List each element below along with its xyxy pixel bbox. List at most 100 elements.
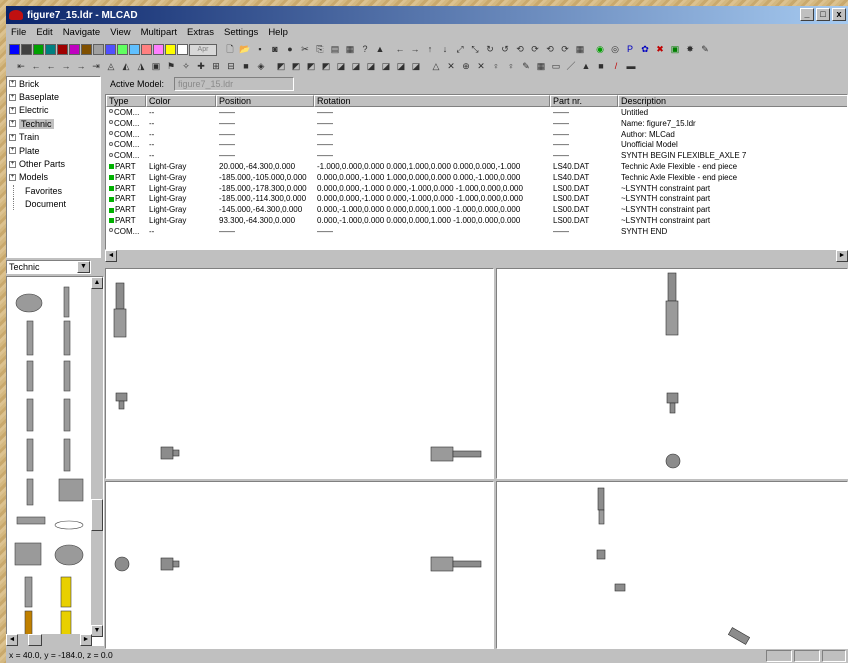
category-select[interactable]: Technic ▼: [6, 260, 91, 274]
close-button[interactable]: x: [832, 8, 846, 21]
part-constraint-top[interactable]: [665, 300, 679, 336]
model-icon[interactable]: ◎: [608, 43, 622, 57]
move-diag2-icon[interactable]: ⤡: [468, 43, 482, 57]
part-constraint-small[interactable]: [614, 583, 626, 592]
color-swatch-0[interactable]: [9, 44, 20, 55]
nav-next2-icon[interactable]: →: [74, 60, 88, 74]
image-icon[interactable]: ▣: [668, 43, 682, 57]
view-6-icon[interactable]: ◪: [349, 60, 363, 74]
part-constraint-bottom[interactable]: [665, 453, 681, 469]
part-constraint-mid-stub[interactable]: [118, 400, 125, 410]
rotate-z-icon[interactable]: ⟲: [513, 43, 527, 57]
part-constraint-top[interactable]: [598, 509, 605, 525]
open-file-icon[interactable]: 📂: [238, 43, 252, 57]
color-palette-button[interactable]: Apr: [189, 43, 217, 56]
cut-icon[interactable]: ✂: [298, 43, 312, 57]
part-axle-end-right-shaft[interactable]: [452, 560, 482, 568]
line-icon[interactable]: ／: [564, 60, 578, 74]
part-axle-end-right[interactable]: [430, 446, 454, 462]
library-horizontal-scrollbar[interactable]: ◄ ►: [6, 634, 92, 646]
table-row[interactable]: COM... -- —— —— —— Untitled: [106, 107, 847, 118]
minifig-icon[interactable]: ◉: [593, 43, 607, 57]
part-axle-end-right[interactable]: [430, 556, 454, 572]
tree-item-favorites[interactable]: Favorites: [7, 184, 100, 197]
tri-icon[interactable]: △: [429, 60, 443, 74]
menu-help[interactable]: Help: [263, 27, 293, 38]
model-parts-table[interactable]: Type Color Position Rotation Part nr. Descrip…: [105, 94, 848, 250]
tree-item-other-parts[interactable]: + Other Parts: [7, 157, 100, 170]
column-header-position[interactable]: Position: [216, 95, 314, 107]
help-icon[interactable]: ?: [358, 43, 372, 57]
part-thumb-link[interactable]: [26, 438, 34, 472]
tree-item-models[interactable]: + Models: [7, 171, 100, 184]
scroll-thumb[interactable]: [91, 499, 103, 531]
part-thumb-rod-2[interactable]: [63, 398, 71, 432]
context-help-icon[interactable]: ▲: [373, 43, 387, 57]
menu-extras[interactable]: Extras: [182, 27, 219, 38]
expand-plus-icon[interactable]: +: [9, 106, 16, 114]
tree-item-technic[interactable]: + Technic: [7, 117, 100, 130]
grid3-icon[interactable]: ▦: [534, 60, 548, 74]
move-left-icon[interactable]: ←: [393, 43, 407, 57]
color-swatch-3[interactable]: [45, 44, 56, 55]
part-constraint-left[interactable]: [160, 446, 174, 460]
tree-item-document[interactable]: Document: [7, 198, 100, 211]
view-2-icon[interactable]: ◩: [289, 60, 303, 74]
expand-plus-icon[interactable]: +: [9, 133, 16, 141]
part-constraint-mid[interactable]: [596, 549, 606, 560]
rotate-z2-icon[interactable]: ⟳: [558, 43, 572, 57]
print-icon[interactable]: ▦: [343, 43, 357, 57]
save-icon[interactable]: ▪: [253, 43, 267, 57]
pencil-icon[interactable]: ✎: [519, 60, 533, 74]
square-icon[interactable]: ■: [594, 60, 608, 74]
bulb-icon[interactable]: ♀: [489, 60, 503, 74]
menu-view[interactable]: View: [105, 27, 135, 38]
part-constraint-top[interactable]: [113, 308, 127, 338]
color-swatch-6[interactable]: [81, 44, 92, 55]
part-thumb-tjoint[interactable]: [16, 516, 46, 525]
viewport-side[interactable]: [496, 268, 848, 479]
wireframe-icon[interactable]: ◈: [254, 60, 268, 74]
library-vertical-scrollbar[interactable]: ▲ ▼: [91, 277, 103, 637]
part-thumb-piston[interactable]: [26, 360, 34, 392]
part-thumb-rod[interactable]: [26, 398, 34, 432]
rotate-x2-icon[interactable]: ⟳: [528, 43, 542, 57]
parts-tree[interactable]: + Brick + Baseplate + Electric + Technic + Train +…: [6, 76, 101, 258]
title-bar[interactable]: figure7_15.ldr - MLCAD _ □ x: [6, 6, 848, 24]
p-icon[interactable]: P: [623, 43, 637, 57]
dropdown-arrow-icon[interactable]: ▼: [77, 261, 90, 273]
nav-next-icon[interactable]: →: [59, 60, 73, 74]
move-up-icon[interactable]: ↑: [423, 43, 437, 57]
rotate-y-icon[interactable]: ↺: [498, 43, 512, 57]
block-icon[interactable]: ■: [239, 60, 253, 74]
shape-icon[interactable]: ✧: [179, 60, 193, 74]
color-swatch-7[interactable]: [93, 44, 104, 55]
view-10-icon[interactable]: ◪: [409, 60, 423, 74]
tree-item-brick[interactable]: + Brick: [7, 77, 100, 90]
nav-prev-icon[interactable]: ←: [44, 60, 58, 74]
part-axle-end-top[interactable]: [667, 272, 677, 302]
menu-file[interactable]: File: [6, 27, 31, 38]
table-row[interactable]: PART Light-Gray -145.000,-64.300,0.000 0.00…: [106, 204, 847, 215]
nav-prev2-icon[interactable]: ←: [29, 60, 43, 74]
bar-icon[interactable]: ▬: [624, 60, 638, 74]
color-swatch-10[interactable]: [129, 44, 140, 55]
view-1-icon[interactable]: ◩: [274, 60, 288, 74]
bulb2-icon[interactable]: ♀: [504, 60, 518, 74]
tree-item-train[interactable]: + Train: [7, 131, 100, 144]
new-file-icon[interactable]: 🗋: [223, 43, 237, 57]
part-thumb-axle[interactable]: [63, 286, 70, 318]
viewport-front[interactable]: [105, 268, 494, 479]
table-row[interactable]: PART Light-Gray 20.000,-64.300,0.000 -1.000…: [106, 161, 847, 172]
menu-navigate[interactable]: Navigate: [58, 27, 106, 38]
rotate-y2-icon[interactable]: ⟲: [543, 43, 557, 57]
part-axle-end-bottom[interactable]: [727, 627, 751, 645]
tree-item-plate[interactable]: + Plate: [7, 144, 100, 157]
active-model-select[interactable]: figure7_15.ldr: [174, 77, 295, 91]
part-thumb-cylinder[interactable]: [15, 293, 43, 313]
rotate-x-icon[interactable]: ↻: [483, 43, 497, 57]
color-swatch-13[interactable]: [165, 44, 176, 55]
part-thumb-piston-2[interactable]: [63, 360, 71, 392]
step-icon[interactable]: ◬: [104, 60, 118, 74]
move-diag-icon[interactable]: ⤢: [453, 43, 467, 57]
